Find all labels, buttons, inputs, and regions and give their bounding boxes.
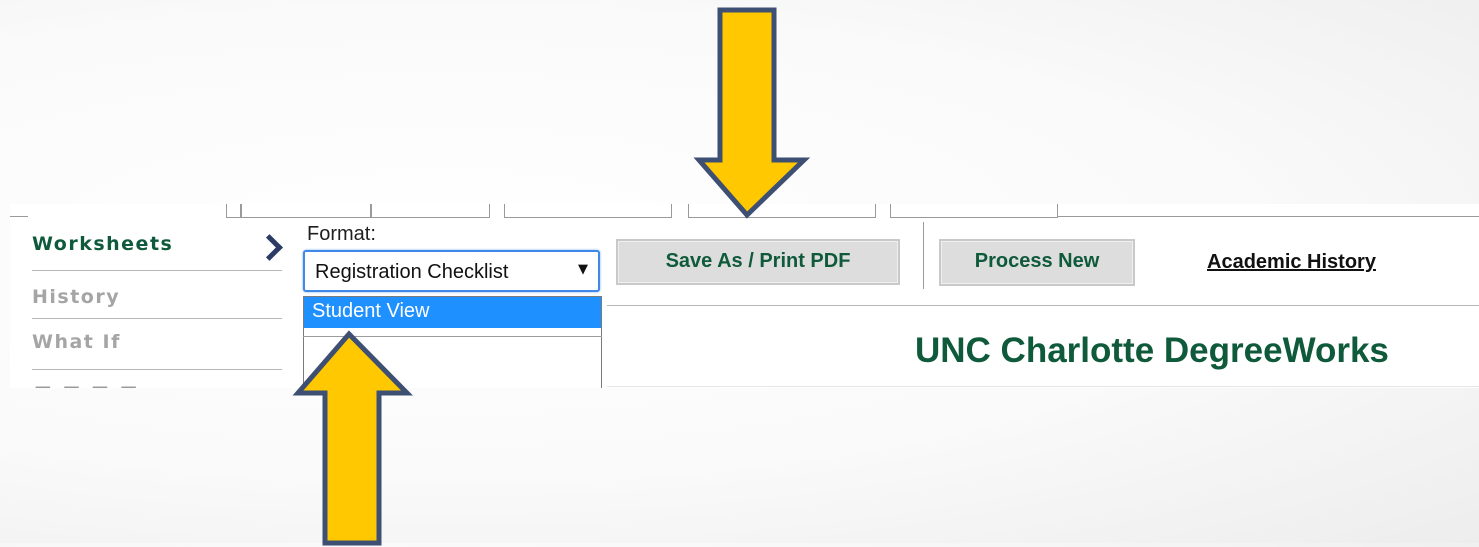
nav-divider (32, 270, 282, 271)
academic-history-link[interactable]: Academic History (1207, 251, 1376, 274)
format-label: Format: (307, 223, 376, 245)
tab-outline[interactable] (890, 204, 1058, 218)
nav-item-worksheets[interactable]: Worksheets (32, 233, 282, 255)
header-divider (607, 305, 1479, 306)
dropdown-caret-icon: ▼ (578, 262, 588, 277)
nav-divider (32, 369, 282, 370)
save-print-pdf-button[interactable]: Save As / Print PDF (616, 239, 900, 285)
tab-outline[interactable] (504, 204, 672, 218)
arrow-down-icon (693, 7, 811, 219)
process-new-button[interactable]: Process New (939, 239, 1135, 286)
toolbar-separator (923, 222, 924, 289)
nav-divider (32, 318, 282, 319)
arrow-up-icon (292, 330, 413, 546)
dropdown-option-label: Student View (312, 300, 430, 322)
nav-item-cutoff[interactable]: ▬ ▬ ▬ ▬ (34, 378, 184, 388)
site-title: UNC Charlotte DegreeWorks (915, 331, 1389, 370)
degreeworks-panel: Worksheets History What If ▬ ▬ ▬ ▬ Forma… (10, 204, 1479, 388)
tab-strip-baseline (1058, 216, 1479, 217)
dropdown-option-student-view[interactable]: Student View (304, 297, 601, 328)
format-select-value: Registration Checklist (315, 261, 509, 283)
tab-outline[interactable] (240, 204, 372, 218)
format-select[interactable]: Registration Checklist ▼ (303, 250, 600, 292)
tab-outline[interactable] (370, 204, 490, 218)
title-divider (607, 386, 1479, 387)
nav-item-what-if[interactable]: What If (32, 331, 282, 353)
nav-item-history[interactable]: History (32, 286, 282, 308)
tab-strip-baseline (10, 216, 28, 217)
